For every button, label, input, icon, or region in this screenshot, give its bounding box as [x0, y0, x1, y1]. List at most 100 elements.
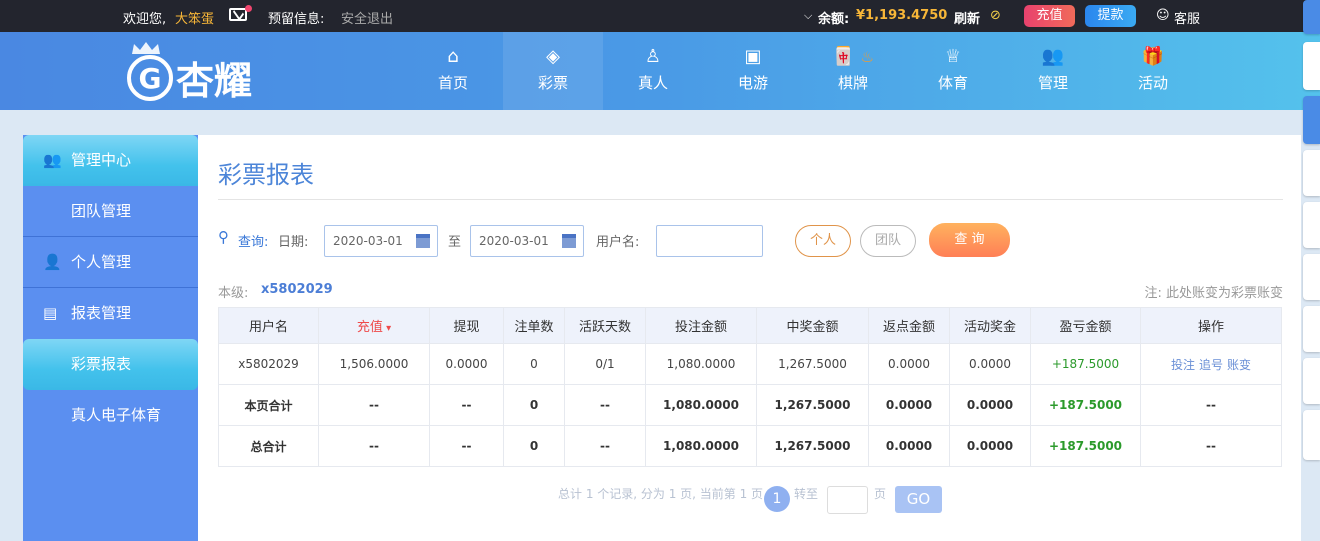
side-tool-item[interactable]: [1303, 410, 1320, 460]
team-button[interactable]: 团队: [860, 225, 916, 257]
calendar-icon[interactable]: [416, 234, 430, 248]
table-cell: 投注 追号 账变: [1140, 343, 1282, 385]
personal-button[interactable]: 个人: [795, 225, 851, 257]
sidebar-item-team[interactable]: 团队管理: [23, 186, 198, 237]
welcome-text: 欢迎您,: [123, 12, 167, 27]
date-from-input[interactable]: 2020-03-01: [324, 225, 438, 257]
sidebar-item-personal[interactable]: 👤 个人管理: [23, 237, 198, 288]
hide-balance-icon[interactable]: ⊘: [990, 8, 1001, 23]
date-to-label: 至: [448, 235, 462, 250]
nav-chess[interactable]: 🀄 ♨ 棋牌: [803, 32, 903, 110]
sidebar-item-management-center[interactable]: 👥 管理中心: [23, 135, 198, 186]
side-tool-item[interactable]: [1303, 96, 1320, 144]
withdraw-button[interactable]: 提款: [1085, 5, 1136, 27]
table-cell: --: [1140, 384, 1282, 426]
action-link-1[interactable]: 追号: [1199, 358, 1223, 372]
svg-text:G: G: [139, 62, 162, 95]
column-header-label: 操作: [1197, 320, 1224, 335]
column-header: 活跃天数: [564, 307, 646, 344]
table-row: x5802029 1,506.0000 0.0000 0 0/1 1,080.0000 1,…: [218, 343, 1282, 385]
column-header: 返点金额: [868, 307, 950, 344]
go-button[interactable]: GO: [895, 486, 942, 513]
table-cell: 1,267.5000: [756, 384, 869, 426]
side-tool-item[interactable]: [1303, 254, 1320, 300]
table-cell: 0: [503, 343, 565, 385]
table-cell: 0.0000: [868, 343, 950, 385]
side-tool-item[interactable]: [1303, 42, 1320, 90]
nav-manage[interactable]: 👥 管理: [1003, 32, 1103, 110]
sidebar-item-reports[interactable]: ▤ 报表管理: [23, 288, 198, 339]
gift-icon: 🎁: [1141, 46, 1165, 67]
side-tool-item[interactable]: [1303, 150, 1320, 196]
nav-live[interactable]: ♙ 真人: [603, 32, 703, 110]
table-cell: 1,080.0000: [645, 384, 757, 426]
table-cell: 0.0000: [429, 343, 504, 385]
chat-icon[interactable]: ☺: [1156, 8, 1170, 23]
action-link-2[interactable]: 账变: [1227, 358, 1251, 372]
table-cell: --: [564, 425, 646, 467]
username-input[interactable]: [656, 225, 763, 257]
mail-icon[interactable]: [229, 8, 247, 21]
username-label: 用户名:: [596, 235, 640, 250]
total-row: 本页合计 -- -- 0 -- 1,080.0000 1,267.5000 0.0000 0.0…: [218, 384, 1282, 426]
sort-desc-icon[interactable]: ▾: [383, 323, 391, 334]
report-panel: 彩票报表 ⚲ 查询: 日期: 2020-03-01 至 2020-03-01 用…: [198, 135, 1301, 541]
table-cell: 0.0000: [868, 425, 950, 467]
total-row: 总合计 -- -- 0 -- 1,080.0000 1,267.5000 0.0000 0.00…: [218, 425, 1282, 467]
table-cell: 0.0000: [868, 384, 950, 426]
nav-sports[interactable]: ♕ 体育: [903, 32, 1003, 110]
logout-link[interactable]: 安全退出: [341, 8, 393, 27]
side-tool-item[interactable]: [1303, 306, 1320, 352]
goto-label: 转至: [794, 487, 819, 501]
table-cell: --: [429, 425, 504, 467]
table-cell: 1,267.5000: [756, 425, 869, 467]
search-button[interactable]: 查 询: [929, 223, 1010, 257]
page-number-input[interactable]: [827, 486, 868, 514]
table-cell: 0.0000: [949, 425, 1031, 467]
page-1-button[interactable]: 1: [764, 486, 790, 512]
sidebar-item-lottery-report[interactable]: 彩票报表: [23, 339, 198, 390]
table-cell: 本页合计: [218, 384, 319, 426]
side-tool-item[interactable]: [1303, 0, 1320, 34]
table-cell: 0: [503, 384, 565, 426]
nav-activity[interactable]: 🎁 活动: [1103, 32, 1203, 110]
user-icon: 👤: [43, 253, 62, 271]
customer-service-link[interactable]: 客服: [1174, 8, 1200, 27]
document-icon: ▤: [43, 304, 58, 322]
logo[interactable]: G 杏耀: [124, 40, 274, 103]
nav-lottery[interactable]: ◈ 彩票: [503, 32, 603, 110]
balance-value: ¥1,193.4750: [856, 8, 948, 23]
table-cell: 1,267.5000: [756, 343, 869, 385]
column-header: 投注金额: [645, 307, 757, 344]
svg-text:杏耀: 杏耀: [176, 59, 252, 102]
calendar-icon[interactable]: [562, 234, 576, 248]
action-link-0[interactable]: 投注: [1171, 358, 1195, 372]
username[interactable]: 大笨蛋: [175, 8, 214, 27]
table-cell: +187.5000: [1030, 425, 1141, 467]
page-title: 彩票报表: [218, 161, 314, 189]
hot-flame-icon: ♨: [860, 48, 874, 66]
page-unit-label: 页: [874, 487, 887, 501]
balance-label: 余额:: [818, 12, 850, 27]
table-cell: --: [318, 384, 430, 426]
table-cell: 0.0000: [949, 384, 1031, 426]
column-header-label: 盈亏金额: [1059, 320, 1112, 335]
column-header-label: 投注金额: [674, 320, 727, 335]
chevron-down-icon[interactable]: ⌵: [804, 9, 812, 23]
main-header: G 杏耀 ⌂ 首页 ◈ 彩票 ♙ 真人 ▣ 电游 🀄 ♨ 棋牌 ♕ 体育 👥 管理 🎁 活动: [0, 32, 1320, 110]
side-tool-item[interactable]: [1303, 358, 1320, 404]
users-icon: 👥: [1041, 46, 1065, 67]
column-header: 活动奖金: [949, 307, 1031, 344]
nav-slots[interactable]: ▣ 电游: [703, 32, 803, 110]
table-cell: +187.5000: [1030, 343, 1141, 385]
side-tool-item[interactable]: [1303, 202, 1320, 248]
date-to-input[interactable]: 2020-03-01: [470, 225, 584, 257]
column-header-label: 活动奖金: [963, 320, 1016, 335]
deposit-button[interactable]: 充值: [1024, 5, 1075, 27]
level-user[interactable]: x5802029: [261, 282, 333, 297]
column-header[interactable]: 充值 ▾: [318, 307, 430, 344]
refresh-button[interactable]: 刷新: [954, 8, 980, 27]
table-cell: 1,080.0000: [645, 425, 757, 467]
sidebar-item-live-report[interactable]: 真人电子体育: [23, 390, 198, 441]
nav-home[interactable]: ⌂ 首页: [403, 32, 503, 110]
